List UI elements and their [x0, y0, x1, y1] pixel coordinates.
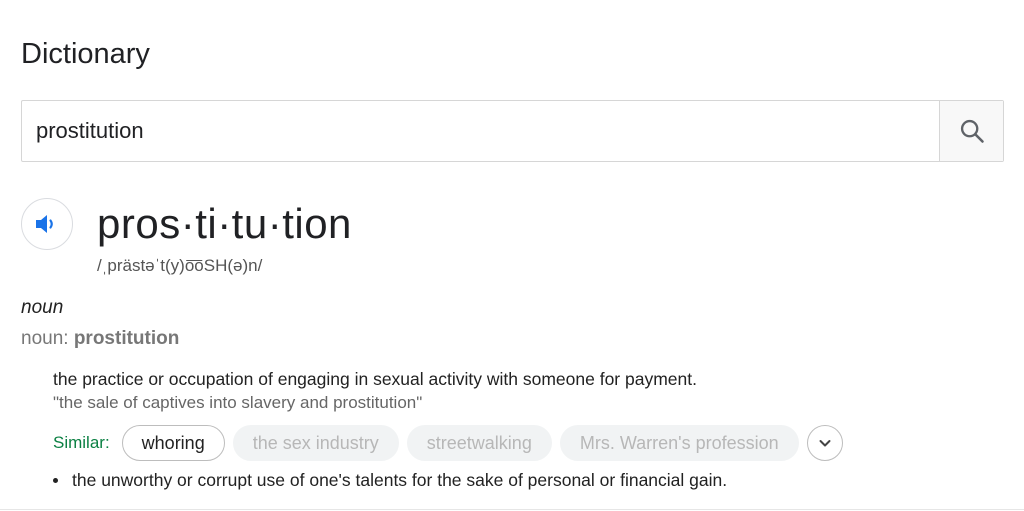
definition-1: the practice or occupation of engaging i… — [53, 369, 697, 389]
definition-2-text: the unworthy or corrupt use of one's tal… — [72, 470, 728, 490]
pos-prefix: noun: — [21, 328, 74, 349]
search-icon — [960, 119, 984, 143]
similar-chip-whoring[interactable]: whoring — [121, 425, 225, 461]
part-of-speech-form: noun: prostitution — [21, 328, 179, 350]
definition-1-example: "the sale of captives into slavery and p… — [53, 393, 423, 412]
similar-chip-mrs-warrens-profession[interactable]: Mrs. Warren's profession — [559, 425, 799, 461]
part-of-speech: noun — [21, 297, 64, 318]
chevron-down-icon — [819, 440, 831, 447]
definition-2: the unworthy or corrupt use of one's tal… — [53, 470, 727, 491]
pos-word: prostitution — [73, 328, 180, 349]
bullet — [53, 478, 58, 483]
phonetic-spelling: /ˌprästəˈt(y)o͞oSH(ə)n/ — [97, 256, 263, 275]
speaker-icon — [36, 215, 53, 233]
divider — [0, 509, 1024, 510]
section-title: Dictionary — [21, 38, 150, 70]
search-button[interactable] — [939, 101, 1003, 161]
dictionary-panel: Dictionary pros·ti·tu·tion /ˌprästəˈt(y)… — [0, 0, 1024, 511]
similar-label: Similar: — [53, 433, 110, 452]
similar-chip-sex-industry[interactable]: the sex industry — [232, 425, 399, 461]
similar-words-row: Similar: whoring the sex industry street… — [53, 424, 843, 462]
search-bar — [21, 100, 1004, 162]
search-input[interactable] — [22, 101, 939, 161]
pronunciation-button[interactable] — [21, 198, 73, 250]
expand-similar-button[interactable] — [806, 425, 843, 461]
headword-row: pros·ti·tu·tion — [21, 198, 352, 250]
headword: pros·ti·tu·tion — [97, 200, 352, 247]
similar-chip-streetwalking[interactable]: streetwalking — [406, 425, 552, 461]
